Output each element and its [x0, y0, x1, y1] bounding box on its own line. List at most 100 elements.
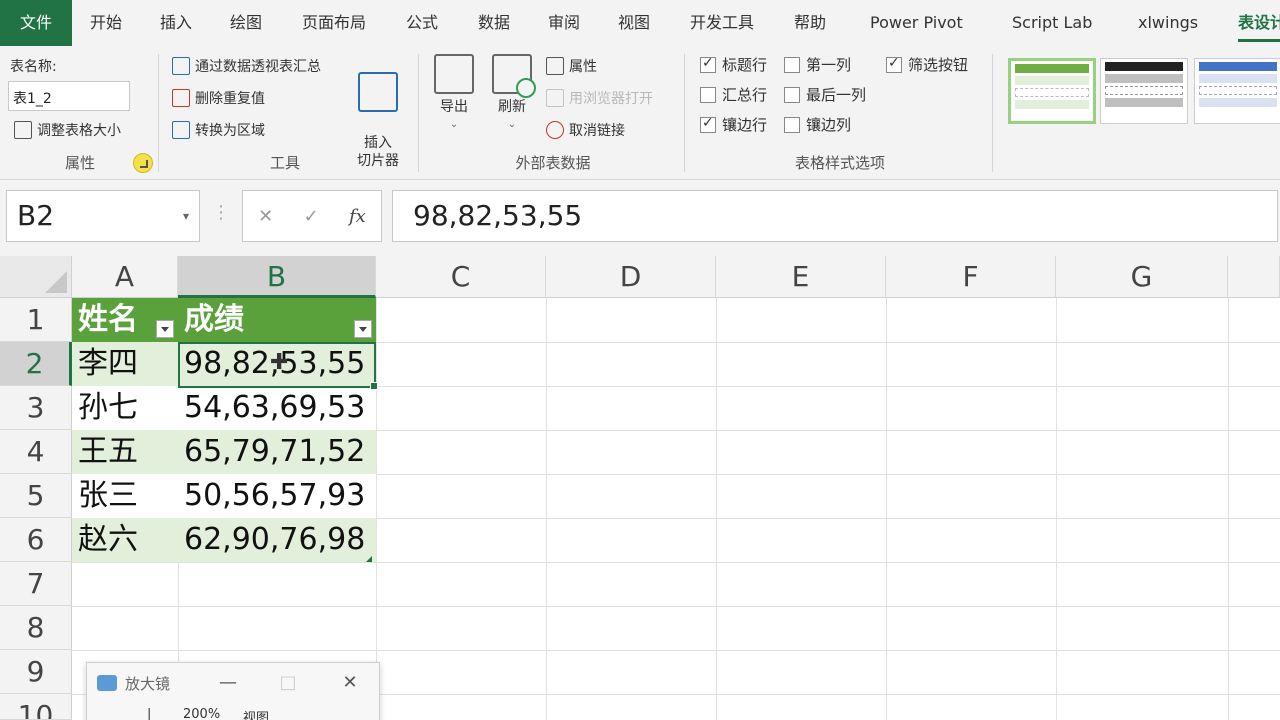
insert-slicer-button[interactable]: 插入 切片器 [348, 54, 408, 170]
name-box[interactable]: B2 ▾ [6, 190, 200, 242]
last-column-checkbox[interactable]: 最后一列 [784, 84, 866, 105]
banded-columns-checkbox[interactable]: 镶边列 [784, 114, 851, 135]
tab-home[interactable]: 开始 [90, 0, 122, 46]
slicer-icon [358, 72, 398, 112]
convert-to-range-button[interactable]: 转换为区域 [172, 118, 265, 142]
open-in-browser-button[interactable]: 用浏览器打开 [546, 86, 653, 110]
first-column-checkbox[interactable]: 第一列 [784, 54, 851, 75]
first-column-label: 第一列 [806, 56, 852, 74]
pivot-summary-button[interactable]: 通过数据透视表汇总 [172, 54, 321, 78]
group-separator [992, 54, 993, 172]
tab-script-lab[interactable]: Script Lab [1012, 0, 1092, 46]
tab-insert[interactable]: 插入 [160, 0, 192, 46]
export-button[interactable]: 导出 ⌄ [424, 54, 484, 134]
tab-data[interactable]: 数据 [478, 0, 510, 46]
minimize-icon[interactable]: — [213, 669, 243, 697]
table-cell[interactable]: 李四 [72, 342, 178, 386]
refresh-button[interactable]: 刷新 ⌄ [482, 54, 542, 134]
table-name-input[interactable]: 表1_2 [8, 81, 130, 111]
confirm-icon[interactable]: ✓ [304, 206, 319, 227]
external-properties-button[interactable]: 属性 [546, 54, 597, 78]
column-header-h[interactable] [1228, 256, 1280, 298]
tab-table-design[interactable]: 表设计 [1238, 0, 1280, 46]
column-header-e[interactable]: E [716, 256, 886, 298]
resize-icon [14, 121, 32, 139]
insert-function-icon[interactable]: fx [349, 206, 366, 227]
table-cell[interactable]: 赵六 [72, 518, 178, 562]
row-header-7[interactable]: 7 [0, 562, 72, 606]
table-header-score[interactable]: 成绩 [178, 298, 376, 342]
resize-table-label: 调整表格大小 [37, 123, 121, 139]
close-icon[interactable]: ✕ [335, 669, 365, 697]
resize-table-button[interactable]: 调整表格大小 [14, 118, 121, 142]
row-header-9[interactable]: 9 [0, 650, 72, 694]
formula-bar-buttons: ✕ ✓ fx [242, 190, 382, 242]
filter-dropdown-icon[interactable] [354, 320, 372, 338]
column-header-c[interactable]: C [376, 256, 546, 298]
properties-icon [546, 57, 564, 75]
chevron-down-icon[interactable]: ▾ [183, 191, 189, 241]
tab-page-layout[interactable]: 页面布局 [302, 0, 366, 46]
group-separator [684, 54, 685, 172]
last-column-label: 最后一列 [806, 86, 867, 104]
cancel-icon[interactable]: ✕ [258, 206, 273, 227]
select-all-button[interactable] [0, 256, 72, 298]
table-style-green[interactable] [1008, 58, 1096, 124]
properties-dialog-launcher-icon[interactable] [133, 153, 153, 173]
ribbon: 表名称: 表1_2 调整表格大小 属性 通过数据透视表汇总 删除重复值 转换为区… [0, 46, 1280, 180]
tab-file[interactable]: 文件 [0, 0, 72, 46]
total-row-checkbox[interactable]: 汇总行 [700, 84, 767, 105]
filter-button-checkbox[interactable]: 筛选按钮 [886, 54, 968, 75]
column-header-d[interactable]: D [546, 256, 716, 298]
banded-rows-checkbox[interactable]: 镶边行 [700, 114, 767, 135]
row-header-4[interactable]: 4 [0, 430, 72, 474]
filter-button-check [886, 55, 902, 73]
maximize-icon[interactable]: □ [273, 669, 303, 697]
tab-power-pivot[interactable]: Power Pivot [870, 0, 963, 46]
row-header-6[interactable]: 6 [0, 518, 72, 562]
unlink-button[interactable]: 取消链接 [546, 118, 625, 142]
refresh-icon [492, 54, 536, 98]
table-cell[interactable]: 张三 [72, 474, 178, 518]
column-header-a[interactable]: A [72, 256, 178, 298]
tab-view[interactable]: 视图 [618, 0, 650, 46]
table-cell[interactable]: 王五 [72, 430, 178, 474]
tab-draw[interactable]: 绘图 [230, 0, 262, 46]
column-header-f[interactable]: F [886, 256, 1056, 298]
row-header-1[interactable]: 1 [0, 298, 72, 342]
table-style-blue[interactable] [1194, 58, 1280, 124]
remove-duplicates-button[interactable]: 删除重复值 [172, 86, 265, 110]
tab-review[interactable]: 审阅 [548, 0, 580, 46]
tab-developer[interactable]: 开发工具 [690, 0, 754, 46]
table-cell[interactable]: 孙七 [72, 386, 178, 430]
pivot-summary-label: 通过数据透视表汇总 [195, 59, 321, 75]
magnifier-toolbar: | 200% 视图 [91, 707, 375, 720]
row-header-8[interactable]: 8 [0, 606, 72, 650]
header-row-checkbox[interactable]: 标题行 [700, 54, 767, 75]
formula-input[interactable]: 98,82,53,55 [392, 190, 1278, 242]
tab-xlwings[interactable]: xlwings [1138, 0, 1198, 46]
magnifier-window[interactable]: 放大镜 — □ ✕ | 200% 视图 [86, 662, 380, 720]
row-header-3[interactable]: 3 [0, 386, 72, 430]
tab-formulas[interactable]: 公式 [406, 0, 438, 46]
row-header-10[interactable]: 10 [0, 694, 72, 720]
table-cell[interactable]: 62,90,76,98 [178, 518, 376, 562]
view-menu[interactable]: 视图 [243, 707, 269, 720]
row-header-5[interactable]: 5 [0, 474, 72, 518]
table-style-dark[interactable] [1100, 58, 1188, 124]
column-header-g[interactable]: G [1056, 256, 1228, 298]
external-properties-label: 属性 [569, 59, 597, 75]
zoom-slider-icon[interactable]: | [147, 707, 151, 720]
banded-columns-check [784, 116, 800, 133]
header-row-check [700, 55, 716, 73]
table-cell[interactable]: 65,79,71,52 [178, 430, 376, 474]
table-resize-handle-icon[interactable] [366, 556, 372, 562]
filter-dropdown-icon[interactable] [156, 320, 174, 338]
tab-help[interactable]: 帮助 [794, 0, 826, 46]
table-cell[interactable]: 50,56,57,93 [178, 474, 376, 518]
table-cell[interactable]: 54,63,69,53 [178, 386, 376, 430]
group-separator [158, 54, 159, 172]
chevron-down-icon: ⌄ [507, 119, 517, 130]
column-header-b[interactable]: B [178, 256, 376, 298]
row-header-2[interactable]: 2 [0, 342, 72, 386]
